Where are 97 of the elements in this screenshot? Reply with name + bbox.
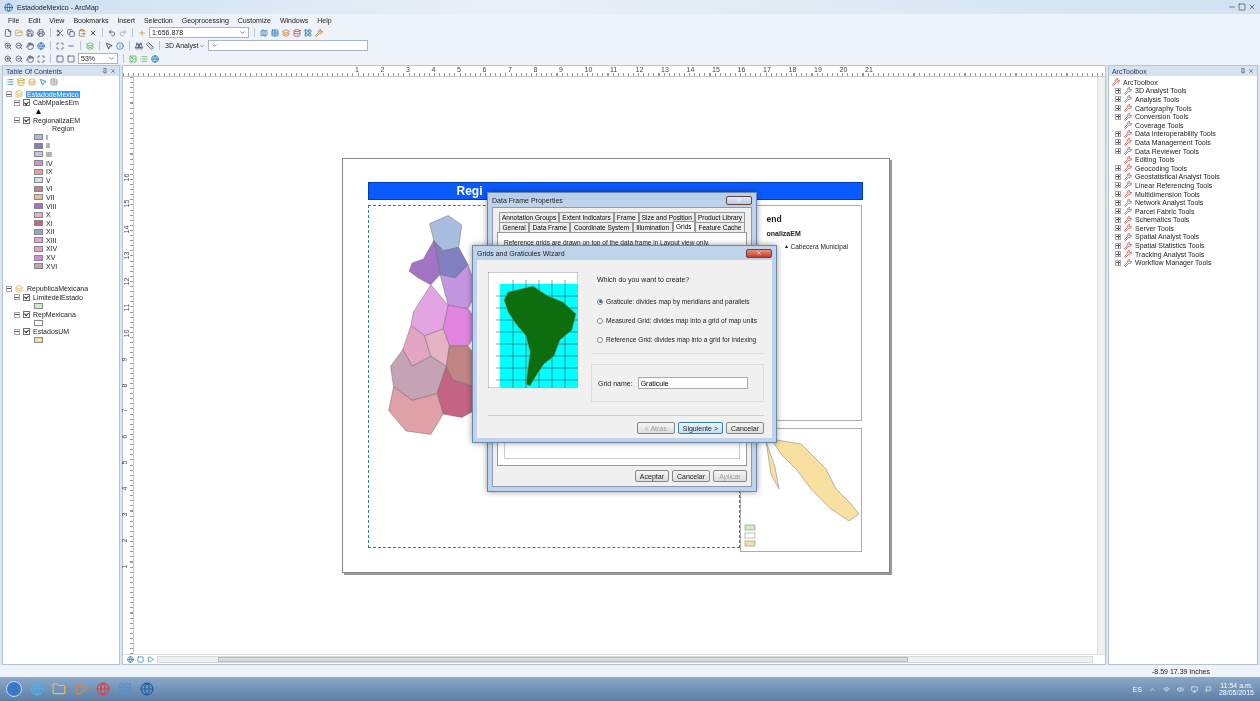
expander-icon[interactable] [1115,225,1121,232]
expander-icon[interactable] [14,294,20,301]
zoom-out-icon[interactable] [15,41,23,50]
expander-icon[interactable] [1115,113,1121,120]
close-icon [756,250,762,256]
info-icon[interactable] [116,41,124,50]
expander-icon[interactable] [1115,139,1121,146]
pin-icon[interactable] [1240,68,1246,74]
expander-icon[interactable] [14,99,20,106]
vertical-scrollbar[interactable] [1097,77,1105,654]
data-view-icon[interactable] [127,656,134,663]
full-page-icon[interactable] [37,54,45,63]
undo-icon[interactable] [108,28,116,37]
horizontal-scrollbar[interactable] [157,656,1093,663]
select-pointer-icon[interactable] [105,41,113,50]
expander-icon[interactable] [1115,165,1121,172]
expander-icon[interactable] [1115,251,1121,258]
layers-icon[interactable] [282,28,290,37]
page-zoom-in-icon[interactable] [4,54,12,63]
layer-checkbox[interactable] [23,99,30,107]
expander-icon[interactable] [14,311,20,318]
layer-checkbox[interactable] [23,116,30,124]
database-icon[interactable] [293,28,301,37]
expander-icon[interactable] [1115,259,1121,266]
page-zoom-out-icon[interactable] [15,54,23,63]
list-icon[interactable] [140,54,148,63]
save-icon[interactable] [26,28,34,37]
app-icon [4,2,13,12]
redo-icon[interactable] [119,28,127,37]
layer-checkbox[interactable] [23,293,30,301]
expander-icon[interactable] [1115,130,1121,137]
page-pan-icon[interactable] [26,54,34,63]
add-data-icon[interactable] [138,28,146,37]
triangle-symbol-icon [36,109,41,114]
map-title: Regi [456,184,483,198]
table-icon[interactable] [271,28,279,37]
list-by-drawing-order-icon[interactable] [6,78,14,86]
window-icon[interactable] [304,28,312,37]
globe-icon[interactable] [151,54,159,63]
close-icon[interactable] [1248,68,1254,74]
expander-icon[interactable] [14,117,20,124]
caret-icon [199,42,206,49]
expander-icon[interactable] [1115,105,1121,112]
map-icon[interactable] [260,28,268,37]
layers-icon [15,90,23,99]
expander-icon[interactable] [6,285,12,292]
expander-icon[interactable] [1115,199,1121,206]
layer-checkbox[interactable] [23,328,30,336]
legend-heading: end [766,214,782,224]
pin-icon[interactable] [102,68,108,74]
close-icon[interactable] [1248,3,1256,11]
display-icon[interactable] [1190,685,1198,693]
expander-icon[interactable] [1115,96,1121,103]
expander-icon[interactable] [1115,173,1121,180]
layout-view-icon[interactable] [137,656,144,663]
new-document-icon[interactable] [4,28,12,37]
delete-icon[interactable] [89,28,97,37]
pan-icon[interactable] [26,41,34,50]
expander-icon[interactable] [1115,191,1121,197]
inset-legend-swatches [744,524,755,547]
expander-icon[interactable] [1115,216,1121,223]
expander-icon[interactable] [1115,234,1121,240]
triangle-symbol-icon [784,245,788,248]
print-icon[interactable] [37,28,45,37]
expander-icon[interactable] [1115,148,1121,155]
close-button[interactable] [726,195,752,205]
binoculars-icon[interactable] [135,41,143,50]
layer-icon[interactable] [86,41,94,50]
close-icon [736,197,742,203]
toolbox-icon [1112,78,1120,87]
expander-icon[interactable] [6,91,12,98]
maximize-icon[interactable] [1238,3,1246,11]
wifi-icon[interactable] [1162,685,1170,693]
close-icon[interactable] [110,68,116,74]
zoom-in-icon[interactable] [4,41,12,50]
paste-icon[interactable] [78,28,86,37]
minimize-icon[interactable] [1228,3,1236,11]
flag-icon[interactable] [1204,685,1212,693]
copy-icon[interactable] [67,28,75,37]
close-button[interactable] [746,248,772,258]
layer-field[interactable] [208,40,369,51]
layers-icon [15,284,23,293]
tray-expand-icon[interactable] [1148,685,1156,693]
ruler-icon[interactable] [146,41,154,50]
start-orb-icon[interactable] [6,681,22,697]
layer-checkbox[interactable] [23,311,30,319]
volume-icon[interactable] [1176,685,1184,693]
expander-icon[interactable] [1115,242,1121,249]
cut-icon[interactable] [56,28,64,37]
expander-icon[interactable] [1115,182,1121,189]
folder-icon[interactable] [52,682,66,696]
expander-icon[interactable] [1115,87,1121,94]
expander-icon[interactable] [14,328,20,335]
globe-icon[interactable] [37,41,45,50]
tool-icon[interactable] [315,28,323,37]
layout-icon[interactable] [129,54,137,63]
expander-icon[interactable] [1115,208,1121,215]
